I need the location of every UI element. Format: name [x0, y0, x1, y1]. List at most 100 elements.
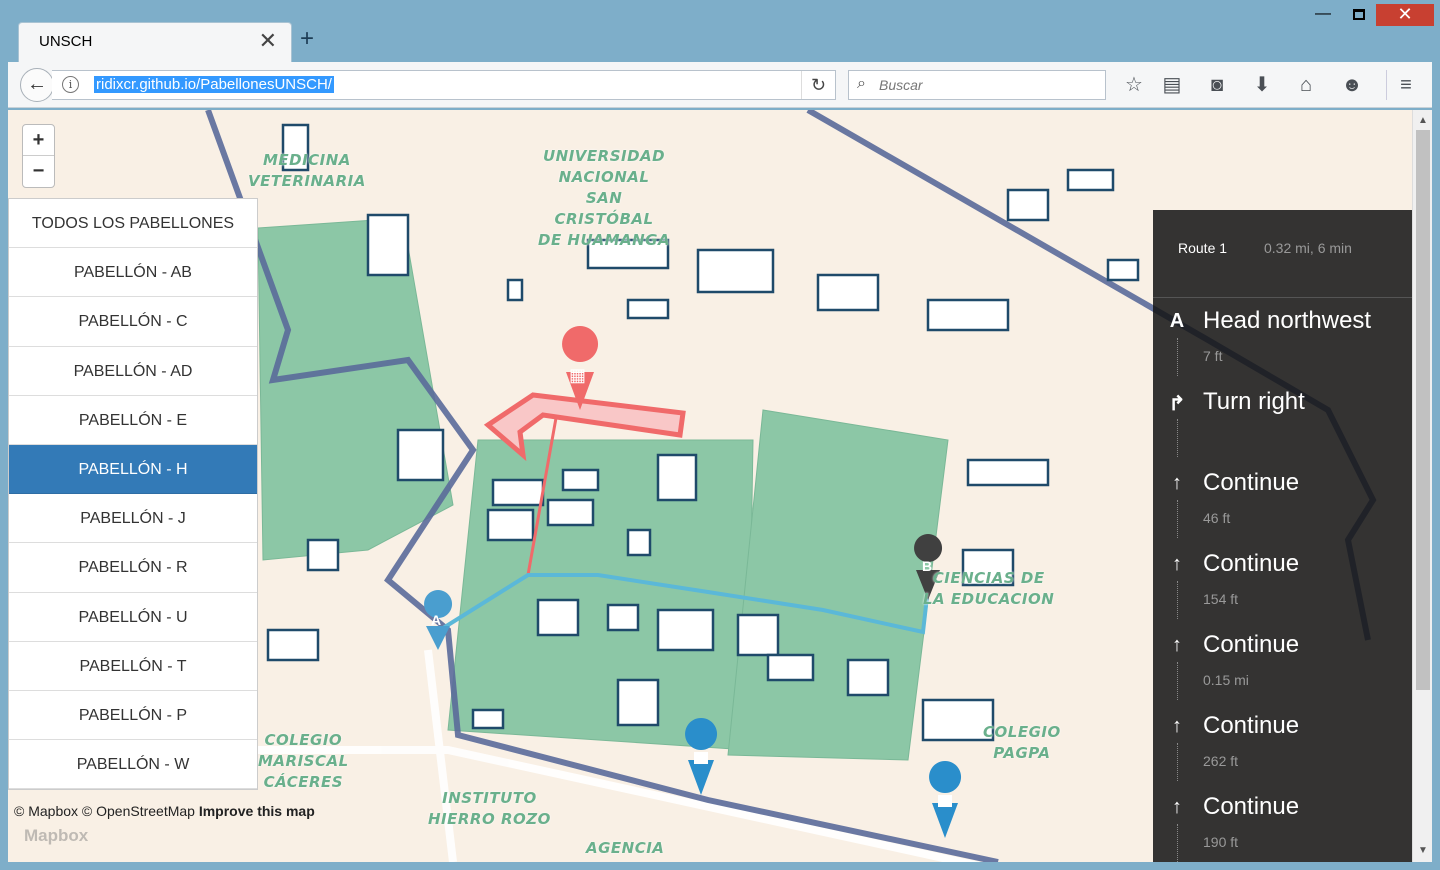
download-icon[interactable]: ⬇: [1248, 72, 1276, 98]
building-10: [561, 468, 600, 492]
route-summary: 0.32 mi, 6 min: [1264, 240, 1352, 256]
route-name: Route 1: [1178, 240, 1228, 256]
mapbox-logo[interactable]: Mapbox: [24, 826, 88, 846]
home-icon[interactable]: ⌂: [1292, 72, 1320, 98]
direction-step[interactable]: ↑ Continue 46 ft: [1153, 460, 1412, 541]
pabellon-item-w[interactable]: PABELLÓN - W: [9, 740, 257, 790]
browser-tab[interactable]: UNSCH ✕: [18, 22, 292, 62]
maximize-icon[interactable]: [1342, 4, 1376, 26]
step-distance: 0.15 mi: [1203, 672, 1249, 688]
direction-step[interactable]: ↑ Continue 154 ft: [1153, 541, 1412, 622]
label-colegio-pagpa: COLEGIO PAGPA: [983, 723, 1061, 762]
step-connector: [1177, 419, 1178, 457]
building-5: [506, 278, 524, 302]
pabellon-item-t[interactable]: PABELLÓN - T: [9, 642, 257, 691]
building-15: [656, 608, 715, 652]
direction-step[interactable]: A Head northwest 7 ft: [1153, 298, 1412, 379]
search-icon: ⌕: [857, 75, 866, 92]
route-header[interactable]: Route 1 0.32 mi, 6 min: [1153, 210, 1412, 298]
toolbar-separator: [1386, 70, 1387, 100]
reading-list-icon[interactable]: ▤: [1158, 72, 1186, 98]
reload-icon[interactable]: ↻: [801, 71, 835, 99]
pabellon-item-r[interactable]: PABELLÓN - R: [9, 543, 257, 593]
info-icon[interactable]: i: [62, 76, 79, 93]
road-main: [424, 649, 457, 862]
label-instituto: INSTITUTO HIERRO ROZO: [428, 789, 551, 828]
marker-b-label[interactable]: B: [922, 558, 932, 574]
step-text: Continue: [1203, 631, 1300, 658]
building-9: [486, 508, 535, 542]
url-bar[interactable]: i ridixcr.github.io/PabellonesUNSCH/ ↻: [52, 70, 836, 100]
building-30: [1066, 168, 1115, 192]
zoom-control: + −: [22, 124, 55, 188]
zoom-in-button[interactable]: +: [23, 125, 54, 156]
arrow-up-icon: ↑: [1172, 715, 1182, 737]
pabellon-item-todos[interactable]: TODOS LOS PABELLONES: [9, 199, 257, 249]
building-31: [1106, 258, 1140, 282]
page-scrollbar[interactable]: ▲ ▼: [1412, 110, 1432, 862]
green-area-veterinaria: [257, 217, 454, 561]
pabellon-item-p[interactable]: PABELLÓN - P: [9, 691, 257, 741]
green-area-field: [727, 409, 949, 761]
step-text: Turn right: [1203, 388, 1305, 415]
building-12: [626, 528, 652, 557]
arrow-up-icon: ↑: [1172, 634, 1182, 656]
pabellon-item-ab[interactable]: PABELLÓN - AB: [9, 248, 257, 298]
zoom-out-button[interactable]: −: [23, 156, 54, 187]
marker-home-2: [929, 761, 962, 838]
step-distance: 46 ft: [1203, 510, 1231, 526]
map-canvas[interactable]: MEDICINA VETERINARIA UNIVERSIDAD NACIONAL S…: [8, 110, 1412, 862]
scrollbar-thumb[interactable]: [1416, 130, 1430, 690]
attribution-mapbox[interactable]: © Mapbox: [14, 803, 78, 819]
direction-step[interactable]: ↱ Turn right: [1153, 379, 1412, 460]
building-11: [546, 498, 595, 527]
pocket-icon[interactable]: ◙: [1203, 72, 1231, 98]
pabellon-item-u[interactable]: PABELLÓN - U: [9, 593, 257, 642]
step-connector: [1177, 338, 1178, 376]
search-bar[interactable]: ⌕ Buscar: [848, 70, 1106, 100]
building-6: [626, 298, 670, 320]
close-tab-icon[interactable]: ✕: [259, 28, 277, 54]
navigation-bar: ← i ridixcr.github.io/PabellonesUNSCH/ ↻…: [8, 62, 1432, 108]
new-tab-icon[interactable]: +: [300, 24, 314, 54]
building-14: [606, 603, 640, 632]
marker-home-1: [685, 718, 718, 795]
label-agencia: AGENCIA: [586, 839, 665, 857]
bookmark-star-icon[interactable]: ☆: [1120, 72, 1148, 98]
pabellon-item-ad[interactable]: PABELLÓN - AD: [9, 347, 257, 396]
marker-a-label[interactable]: A: [431, 612, 441, 628]
scroll-down-icon[interactable]: ▼: [1413, 842, 1433, 860]
pabellon-item-h[interactable]: PABELLÓN - H: [9, 444, 257, 495]
window-close-icon[interactable]: ✕: [1376, 4, 1434, 26]
feedback-icon[interactable]: ☻: [1338, 72, 1366, 98]
step-distance: 262 ft: [1203, 753, 1239, 769]
building-13: [536, 598, 580, 637]
label-colegio-mariscal: COLEGIO MARISCAL CÁCERES: [258, 731, 349, 791]
direction-step[interactable]: ↑ Continue 190 ft: [1153, 784, 1412, 862]
building-25: [396, 428, 445, 482]
scroll-up-icon[interactable]: ▲: [1413, 112, 1433, 130]
improve-map-link[interactable]: Improve this map: [199, 803, 315, 819]
step-connector: [1177, 824, 1178, 862]
pabellon-item-c[interactable]: PABELLÓN - C: [9, 297, 257, 347]
step-distance: 7 ft: [1203, 348, 1223, 364]
building-21: [966, 458, 1050, 487]
title-bar: UNSCH ✕ + — ✕: [0, 0, 1440, 62]
menu-icon[interactable]: ≡: [1392, 72, 1420, 98]
url-text[interactable]: ridixcr.github.io/PabellonesUNSCH/: [94, 76, 334, 93]
tab-title: UNSCH: [39, 33, 93, 50]
building-marker-icon[interactable]: ▦: [569, 365, 586, 386]
minimize-icon[interactable]: —: [1306, 4, 1340, 26]
pabellon-item-e[interactable]: PABELLÓN - E: [9, 396, 257, 445]
building-8: [491, 478, 545, 507]
direction-step[interactable]: ↑ Continue 262 ft: [1153, 703, 1412, 784]
direction-step[interactable]: ↑ Continue 0.15 mi: [1153, 622, 1412, 703]
step-text: Head northwest: [1203, 307, 1372, 334]
building-23: [306, 538, 340, 572]
back-arrow-icon[interactable]: ←: [20, 68, 54, 102]
start-marker-icon: A: [1169, 310, 1185, 332]
pabellon-item-j[interactable]: PABELLÓN - J: [9, 494, 257, 544]
attribution-osm[interactable]: © OpenStreetMap: [82, 803, 195, 819]
directions-panel: Route 1 0.32 mi, 6 min A Head northwest …: [1153, 210, 1412, 862]
building-19: [616, 678, 660, 727]
